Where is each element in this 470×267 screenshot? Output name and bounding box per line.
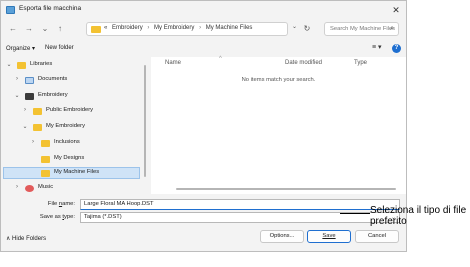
forward-arrow-icon[interactable]: → — [23, 23, 35, 35]
app-icon — [6, 6, 15, 14]
horizontal-scrollbar[interactable] — [176, 188, 396, 190]
toolbar: Organize ▾ New folder ≡ ▾ ? — [1, 42, 406, 56]
sidebar-item-public-embroidery[interactable]: › Public Embroidery — [3, 105, 143, 117]
chevron-down-icon[interactable]: ⌄ — [5, 61, 13, 68]
address-dropdown-icon[interactable]: ⌄ — [290, 23, 299, 30]
chevron-down-icon[interactable]: ⌄ — [21, 123, 29, 130]
callout-pointer-line — [340, 213, 370, 214]
folder-icon — [41, 156, 50, 163]
title-bar: Esporta file macchina ✕ — [1, 1, 406, 20]
breadcrumb-overflow[interactable]: « — [104, 25, 107, 31]
save-form: File name: Large Floral MA Hoop.DST Save… — [1, 196, 406, 251]
hide-folders-button[interactable]: ∧ Hide Folders — [6, 235, 46, 242]
close-button[interactable]: ✕ — [389, 3, 403, 17]
help-icon[interactable]: ? — [392, 44, 401, 53]
chevron-down-icon[interactable]: ⌄ — [13, 92, 21, 99]
window-title: Esporta file macchina — [19, 5, 82, 12]
cancel-button[interactable]: Cancel — [355, 230, 399, 243]
options-button[interactable]: Options... — [260, 230, 304, 243]
chevron-right-icon[interactable]: › — [29, 139, 37, 145]
sidebar-item-label: Libraries — [30, 61, 53, 67]
filename-label: File name: — [47, 201, 75, 207]
folder-icon — [17, 62, 26, 69]
sidebar-item-music[interactable]: › Music — [3, 182, 143, 194]
search-input[interactable]: Search My Machine Files ⌕ — [324, 22, 399, 36]
sort-ascending-icon: ^ — [219, 56, 222, 62]
sidebar-item-my-designs[interactable]: My Designs — [3, 153, 143, 165]
column-header-type[interactable]: Type — [354, 60, 367, 66]
sidebar-scrollbar[interactable] — [144, 65, 146, 177]
breadcrumb: « Embroidery › My Embroidery › My Machin… — [104, 25, 255, 31]
chevron-right-icon[interactable]: › — [13, 76, 21, 82]
address-bar[interactable]: « Embroidery › My Embroidery › My Machin… — [86, 22, 288, 36]
chevron-right-icon[interactable]: › — [21, 107, 29, 113]
filename-value: Large Floral MA Hoop.DST — [84, 201, 154, 207]
sidebar-item-inclusions[interactable]: › Inclusions — [3, 137, 143, 149]
filename-field[interactable]: Large Floral MA Hoop.DST — [80, 199, 400, 210]
navigation-bar: ← → ⌄ ↑ « Embroidery › My Embroidery › M… — [1, 21, 406, 39]
sidebar-item-my-embroidery[interactable]: ⌄ My Embroidery — [3, 121, 143, 133]
refresh-icon[interactable]: ↻ — [301, 23, 313, 34]
music-icon — [25, 185, 34, 192]
save-button[interactable]: Save — [307, 230, 351, 243]
breadcrumb-item-my-embroidery[interactable]: My Embroidery — [154, 25, 194, 31]
folder-icon — [41, 170, 50, 177]
save-as-type-value: Tajima (*.DST) — [84, 214, 122, 220]
folder-icon — [41, 140, 50, 147]
empty-state-message: No items match your search. — [241, 77, 316, 83]
export-dialog: Esporta file macchina ✕ ← → ⌄ ↑ « Embroi… — [0, 0, 407, 252]
document-icon — [25, 77, 34, 84]
breadcrumb-separator-icon: › — [147, 25, 150, 31]
folder-icon — [91, 26, 101, 33]
back-arrow-icon[interactable]: ← — [7, 23, 19, 35]
sidebar-item-label: Public Embroidery — [46, 107, 94, 113]
new-folder-button[interactable]: New folder — [45, 45, 74, 51]
sidebar-item-label: My Machine Files — [54, 169, 100, 175]
folder-icon — [33, 108, 42, 115]
column-header-date-modified[interactable]: Date modified — [285, 60, 322, 66]
file-list: Name ^ Date modified Type No items match… — [151, 56, 406, 194]
callout-annotation: Seleziona il tipo di file preferito — [370, 205, 467, 227]
sidebar-item-label: Inclusions — [54, 139, 80, 145]
view-options-button[interactable]: ≡ ▾ — [372, 43, 382, 51]
search-icon: ⌕ — [390, 25, 394, 32]
chevron-right-icon[interactable]: › — [13, 184, 21, 190]
breadcrumb-separator-icon: › — [199, 25, 202, 31]
recent-locations-chevron-icon[interactable]: ⌄ — [39, 23, 51, 35]
sidebar-item-label: My Designs — [54, 155, 85, 161]
sidebar-item-label: Music — [38, 184, 54, 190]
computer-icon — [25, 93, 34, 100]
sidebar-item-label: Documents — [38, 76, 68, 82]
column-header-name[interactable]: Name — [165, 60, 181, 66]
folder-icon — [33, 124, 42, 131]
sidebar-item-my-machine-files[interactable]: My Machine Files — [3, 167, 140, 179]
sidebar-item-label: Embroidery — [38, 92, 68, 98]
navigation-pane: ⌄ Libraries › Documents ⌄ Embroidery › P… — [1, 57, 149, 194]
search-placeholder: Search My Machine Files — [330, 26, 396, 32]
sidebar-item-libraries[interactable]: ⌄ Libraries — [3, 59, 143, 71]
sidebar-item-documents[interactable]: › Documents — [3, 74, 143, 86]
breadcrumb-item-my-machine-files[interactable]: My Machine Files — [206, 25, 253, 31]
organize-menu-button[interactable]: Organize ▾ — [6, 45, 35, 52]
sidebar-item-embroidery[interactable]: ⌄ Embroidery — [3, 90, 143, 102]
breadcrumb-item-embroidery[interactable]: Embroidery — [112, 25, 143, 31]
up-arrow-icon[interactable]: ↑ — [54, 23, 66, 35]
save-as-type-label: Save as type: — [39, 214, 75, 220]
sidebar-item-label: My Embroidery — [46, 123, 85, 129]
